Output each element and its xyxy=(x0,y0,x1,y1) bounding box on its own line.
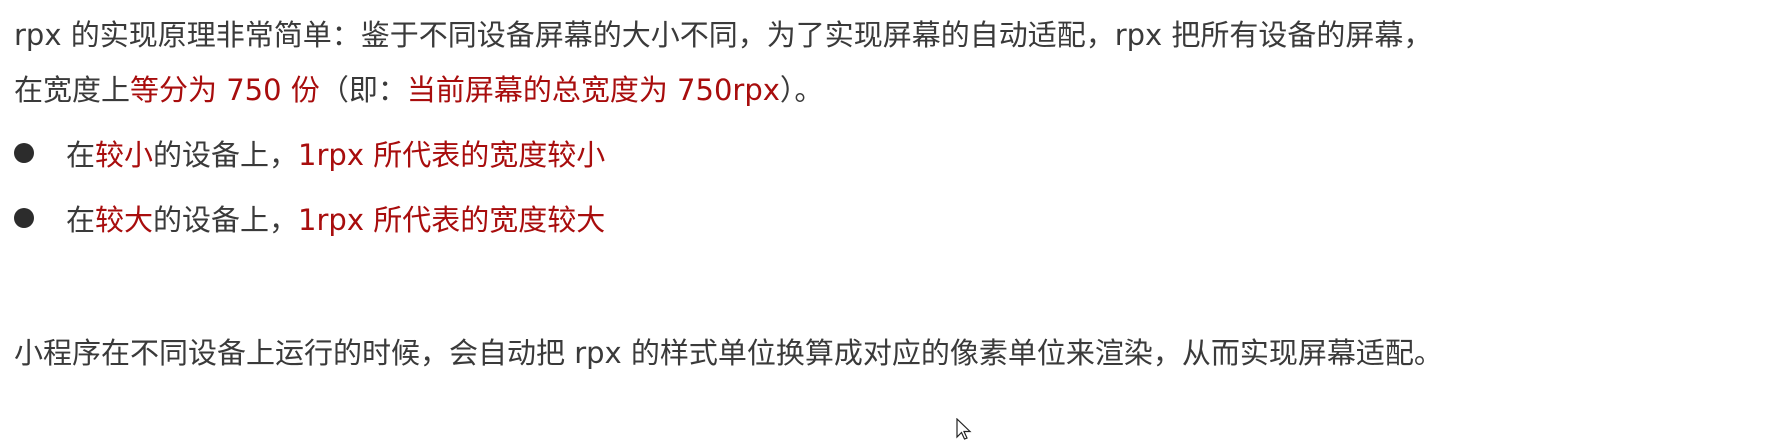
line-2-highlight-a: 等分为 750 份 xyxy=(130,73,320,107)
bullet-2-text-a: 在 xyxy=(66,203,96,237)
bullet-1-text-a: 在 xyxy=(66,138,96,172)
bullet-2-highlight-a: 较大 xyxy=(95,203,154,237)
document-body: rpx 的实现原理非常简单：鉴于不同设备屏幕的大小不同，为了实现屏幕的自动适配，… xyxy=(0,0,1783,441)
bullet-1-text-b: 的设备上， xyxy=(153,138,299,172)
bullet-1-highlight-a: 较小 xyxy=(95,138,154,172)
line-2-text-c: ）。 xyxy=(779,73,824,107)
paragraph-2: 小程序在不同设备上运行的时候，会自动把 rpx 的样式单位换算成对应的像素单位来… xyxy=(14,333,1443,373)
paragraph-1-line-1-text: rpx 的实现原理非常简单：鉴于不同设备屏幕的大小不同，为了实现屏幕的自动适配，… xyxy=(14,18,1433,52)
paragraph-2-text: 小程序在不同设备上运行的时候，会自动把 rpx 的样式单位换算成对应的像素单位来… xyxy=(14,336,1443,370)
paragraph-1-line-1: rpx 的实现原理非常简单：鉴于不同设备屏幕的大小不同，为了实现屏幕的自动适配，… xyxy=(14,15,1432,55)
bullet-2-text-b: 的设备上， xyxy=(153,203,299,237)
bullet-2-highlight-b: 1rpx 所代表的宽度较大 xyxy=(298,203,606,237)
bullet-item-large: 在较大的设备上，1rpx 所代表的宽度较大 xyxy=(14,200,605,240)
paragraph-1-line-2: 在宽度上等分为 750 份（即：当前屏幕的总宽度为 750rpx）。 xyxy=(14,70,823,110)
line-2-text-b: （即： xyxy=(319,73,407,107)
bullet-dot-icon xyxy=(14,143,34,163)
bullet-item-small: 在较小的设备上，1rpx 所代表的宽度较小 xyxy=(14,135,605,175)
bullet-dot-icon xyxy=(14,208,34,228)
line-2-highlight-b: 当前屏幕的总宽度为 750rpx xyxy=(406,73,780,107)
mouse-pointer-icon xyxy=(956,418,972,440)
bullet-1-highlight-b: 1rpx 所代表的宽度较小 xyxy=(298,138,606,172)
line-2-text-a: 在宽度上 xyxy=(14,73,131,107)
